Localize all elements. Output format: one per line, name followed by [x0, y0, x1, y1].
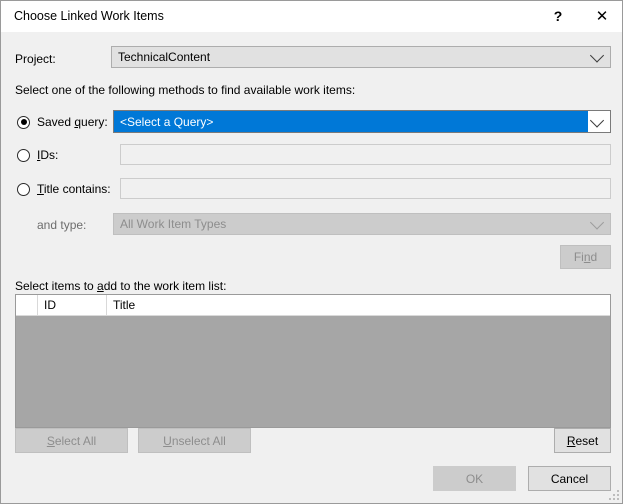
unselect-all-button[interactable]: Unselect All: [138, 428, 251, 453]
chevron-down-icon: [589, 48, 605, 63]
dialog-body: Project: TechnicalContent Select one of …: [1, 32, 622, 503]
ok-button-label: OK: [465, 471, 484, 486]
project-combobox-value: TechnicalContent: [118, 50, 211, 64]
question-mark-icon: ?: [553, 8, 563, 24]
column-header-title[interactable]: Title: [107, 295, 610, 315]
find-button-label: Find: [573, 250, 598, 264]
work-items-listview[interactable]: ID Title: [15, 294, 611, 428]
listview-body[interactable]: [16, 316, 610, 427]
cancel-button-label: Cancel: [550, 471, 589, 486]
radio-mark-icon: [17, 182, 30, 196]
unselect-all-button-label: Unselect All: [163, 433, 226, 448]
listview-header: ID Title: [16, 295, 610, 316]
help-button[interactable]: ?: [536, 1, 580, 31]
reset-button-label: Reset: [566, 433, 599, 448]
resize-grip[interactable]: [607, 488, 619, 500]
column-header-check[interactable]: [16, 295, 38, 315]
find-button[interactable]: Find: [560, 245, 611, 269]
title-contains-input[interactable]: [120, 178, 611, 199]
work-item-type-value: All Work Item Types: [120, 217, 227, 231]
radio-title-contains-label: Title contains:: [37, 182, 111, 196]
radio-saved-query-label: Saved query:: [37, 115, 108, 129]
radio-ids-label: IDs:: [37, 148, 59, 162]
chevron-down-icon: [589, 112, 605, 128]
work-item-type-combobox[interactable]: All Work Item Types: [113, 213, 611, 235]
reset-button[interactable]: Reset: [554, 428, 611, 453]
radio-mark-icon: [17, 115, 30, 129]
window-title: Choose Linked Work Items: [14, 9, 164, 23]
choose-linked-work-items-dialog: Choose Linked Work Items ? ✕ Project: Te…: [0, 0, 623, 504]
radio-saved-query[interactable]: Saved query:: [17, 115, 108, 129]
ids-input[interactable]: [120, 144, 611, 165]
select-all-button-label: Select All: [46, 433, 97, 448]
list-caption: Select items to add to the work item lis…: [15, 279, 227, 293]
ok-button[interactable]: OK: [433, 466, 516, 491]
column-header-id[interactable]: ID: [38, 295, 107, 315]
and-type-label: and type:: [37, 218, 87, 232]
radio-title-contains[interactable]: Title contains:: [17, 182, 111, 196]
close-icon: ✕: [595, 7, 609, 25]
cancel-button[interactable]: Cancel: [528, 466, 611, 491]
chevron-down-icon: [589, 215, 605, 230]
saved-query-combobox[interactable]: <Select a Query>: [113, 110, 611, 133]
radio-mark-icon: [17, 148, 30, 162]
saved-query-selected-value: <Select a Query>: [114, 111, 588, 132]
select-all-button[interactable]: Select All: [15, 428, 128, 453]
radio-ids[interactable]: IDs:: [17, 148, 58, 162]
project-label: Project:: [15, 52, 56, 66]
close-button[interactable]: ✕: [580, 1, 622, 31]
methods-instruction: Select one of the following methods to f…: [15, 83, 356, 97]
project-combobox[interactable]: TechnicalContent: [111, 46, 611, 68]
title-bar: Choose Linked Work Items ? ✕: [1, 1, 622, 33]
